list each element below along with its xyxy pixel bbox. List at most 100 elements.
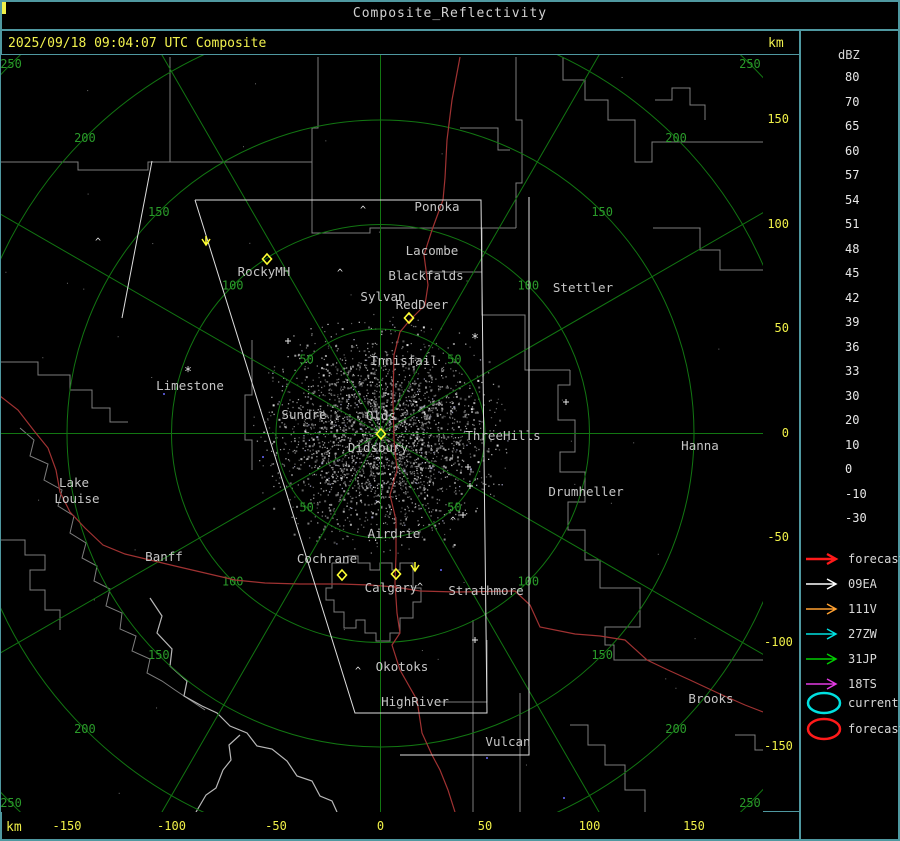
ring-distance-label: 150 (148, 648, 170, 662)
caret-marker-icon: ^ (95, 237, 101, 248)
colorbar-value-label: 42 (845, 290, 860, 305)
legend-arrow-icon (806, 552, 839, 566)
x-axis-tick-label: 100 (578, 819, 601, 833)
county-boundary (440, 640, 488, 703)
colorbar-value-label: 30 (845, 388, 860, 403)
legend-label-111V: 111V (848, 602, 877, 616)
frame-panel-divider (799, 29, 801, 841)
county-boundary (735, 734, 763, 751)
window-title: Composite_Reflectivity (352, 6, 548, 21)
park-boundary (195, 734, 241, 812)
city-label-innisfail: Innisfail (370, 353, 438, 368)
radar-app-window: Composite_Reflectivity 2025/09/18 09:04:… (0, 0, 900, 841)
ring-distance-label: 200 (74, 131, 96, 145)
city-label-brooks: Brooks (688, 691, 733, 706)
caret-marker-icon: ^ (375, 500, 381, 511)
county-boundary (460, 127, 510, 151)
y-axis-tick-label: 150 (767, 112, 789, 126)
city-label-drumheller: Drumheller (548, 484, 624, 499)
colorbar-value-label: 60 (845, 143, 860, 158)
blue-dot-marker (262, 456, 264, 458)
ring-distance-label: 250 (739, 57, 761, 71)
city-label-banff: Banff (145, 549, 183, 564)
ring-distance-label: 200 (665, 722, 687, 736)
colorbar-value-label: 54 (845, 192, 860, 207)
city-label-reddeer: RedDeer (396, 297, 449, 312)
city-label-rockymh: RockyMH (238, 264, 291, 279)
city-label-cochrane: Cochrane (297, 551, 357, 566)
county-boundary (325, 555, 422, 642)
ring-distance-label: 100 (222, 279, 244, 293)
x-axis-tick-label: -150 (52, 819, 82, 833)
caret-marker-icon: ^ (450, 516, 456, 527)
caret-marker-icon: ^ (375, 456, 381, 467)
frame-top (0, 0, 900, 2)
ring-distance-label: 250 (1, 796, 22, 810)
y-axis-tick-label: -150 (764, 739, 793, 753)
ring-distance-label: 250 (739, 796, 761, 810)
city-label-lacombe: Lacombe (406, 243, 459, 258)
frame-under-title (0, 29, 900, 31)
timestamp-label: 2025/09/18 09:04:07 UTC Composite (8, 36, 267, 51)
county-boundary (515, 57, 523, 228)
legend-arrow-icon (806, 628, 838, 640)
blue-dot-marker (486, 757, 488, 759)
y-axis-tick-label: 100 (767, 216, 789, 231)
city-label-airdrie: Airdrie (368, 526, 421, 541)
legend-ellipse-icon (806, 717, 842, 741)
storm-cell-diamond-icon (336, 568, 348, 582)
colorbar-value-label: 20 (845, 413, 860, 427)
ring-distance-label: 200 (665, 131, 687, 145)
y-axis-tick-label: -100 (764, 634, 793, 649)
city-label-sundre: Sundre (281, 407, 326, 422)
blue-dot-marker (163, 393, 165, 395)
ring-distance-label: 50 (299, 353, 313, 367)
city-label-vulcan: Vulcan (485, 734, 530, 749)
x-axis-tick-label: 0 (376, 819, 385, 833)
city-label-threehills: ThreeHills (465, 428, 540, 443)
county-boundary (653, 227, 763, 271)
county-boundary (570, 724, 646, 812)
clutter-field (5, 76, 720, 794)
x-axis-tick-label: -50 (265, 819, 287, 833)
radar-map[interactable]: 50 5050 50100 100100 100150 150150 150200 20020… (1, 55, 763, 812)
legend-arrow-icon (806, 578, 838, 590)
legend-label-18TS: 18TS (848, 677, 877, 691)
legend-arrow-icon (806, 653, 838, 665)
city-label-olds: Olds (366, 408, 396, 423)
colorbar-bottom-label: -30 (845, 511, 867, 525)
city-label-didsbury: Didsbury (348, 440, 409, 455)
city-label-strathmore: Strathmore (448, 583, 523, 598)
colorbar-value-label: 0 (845, 462, 853, 476)
ring-distance-label: 50 (447, 500, 461, 514)
city-label-lake: Lake (59, 475, 89, 490)
city-label-calgary: Calgary (365, 580, 418, 595)
blue-dot-marker (563, 797, 565, 799)
ring-distance-label: 200 (74, 722, 96, 736)
ring-distance-label: 250 (1, 57, 22, 71)
ring-distance-label: 50 (299, 500, 313, 514)
ring-distance-label: 100 (517, 279, 539, 293)
colorbar-value-label: 39 (845, 315, 860, 329)
ring-distance-label: 150 (148, 205, 170, 219)
colorbar-value-label: 45 (845, 266, 860, 280)
ring-distance-label: 50 (447, 353, 461, 367)
ring-distance-label: 150 (591, 648, 613, 662)
x-axis-unit-label: km (6, 820, 22, 835)
radar-sector-outline (121, 160, 153, 319)
caret-marker-icon: ^ (355, 666, 361, 677)
colorbar-title: dBZ (838, 48, 860, 62)
city-label-blackfalds: Blackfalds (388, 268, 463, 283)
city-label-louise: Louise (54, 491, 99, 506)
x-axis-tick-label: 50 (477, 819, 493, 833)
y-axis-tick-label: 50 (774, 321, 789, 335)
ring-distance-label: 150 (591, 205, 613, 219)
y-axis-unit-label: km (768, 36, 784, 51)
legend-label-31JP: 31JP (848, 652, 877, 666)
county-boundary (1, 161, 312, 171)
city-label-limestone: Limestone (156, 378, 224, 393)
colorbar-value-label: 65 (845, 119, 860, 133)
ring-distance-label: 100 (222, 574, 244, 588)
colorbar-value-label: 70 (845, 94, 860, 109)
city-label-ponoka: Ponoka (414, 199, 459, 214)
